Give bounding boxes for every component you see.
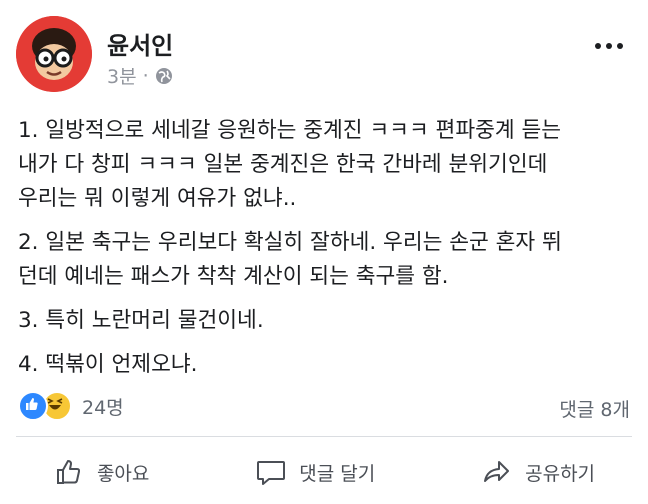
comment-bubble-icon [257,461,286,485]
post-line: 던데 예네는 패스가 착착 계산이 되는 축구를 함. [18,264,449,289]
post-line: 우리는 뭐 이렇게 여유가 없냐.. [18,186,297,211]
comment-button[interactable]: 댓글 달기 [255,456,375,488]
avatar[interactable] [16,16,92,92]
divider [16,436,632,437]
post-paragraph-2: 2. 일본 축구는 우리보다 확실히 잘하네. 우리는 손군 혼자 뛰 던데 예… [18,226,632,294]
comment-button-label: 댓글 달기 [299,462,376,485]
post-paragraph-4: 4. 떡볶이 언제오냐. [18,348,632,382]
like-button[interactable]: 좋아요 [53,456,149,488]
post-meta: 3분 · [107,62,173,89]
comments-count[interactable]: 댓글 8개 [559,395,630,422]
share-button[interactable]: 공유하기 [481,456,595,488]
share-arrow-icon [484,461,510,482]
post-line: 1. 일방적으로 세네갈 응원하는 중계진 ㅋㅋㅋ 편파중계 듣는 [18,118,562,143]
share-button-label: 공유하기 [525,462,596,485]
action-bar: 좋아요 댓글 달기 공유하기 [0,448,648,496]
post-line: 내가 다 창피 ㅋㅋㅋ 일본 중계진은 한국 간바레 분위기인데 [18,152,548,177]
post-header: 윤서인 3분 · [16,16,632,96]
post-content: 1. 일방적으로 세네갈 응원하는 중계진 ㅋㅋㅋ 편파중계 듣는 내가 다 창… [18,114,632,392]
post-line: 4. 떡볶이 언제오냐. [18,352,198,377]
post-line: 3. 특히 노란머리 물건이네. [18,308,264,333]
thumbs-up-icon [56,460,81,484]
more-options-icon[interactable] [592,36,626,56]
post-time[interactable]: 3분 [107,62,137,89]
author-name[interactable]: 윤서인 [107,26,173,61]
globe-icon [155,67,173,85]
like-button-label: 좋아요 [96,462,150,485]
reaction-count: 24명 [82,396,124,419]
avatar-cartoon-icon [16,16,92,92]
meta-separator: · [142,64,149,87]
reactions-summary[interactable]: 24명 [18,391,124,421]
post-line: 2. 일본 축구는 우리보다 확실히 잘하네. 우리는 손군 혼자 뛰 [18,230,562,255]
like-icon [18,391,48,421]
post-paragraph-3: 3. 특히 노란머리 물건이네. [18,304,632,338]
post-paragraph-1: 1. 일방적으로 세네갈 응원하는 중계진 ㅋㅋㅋ 편파중계 듣는 내가 다 창… [18,114,632,216]
